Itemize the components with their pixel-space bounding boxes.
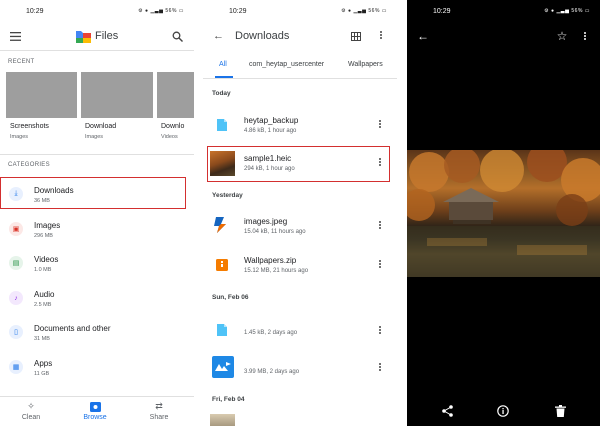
image-file-icon <box>212 215 230 235</box>
category-size: 11 GB <box>34 371 50 377</box>
status-icons: ⚙ ● ▁▃▅ 56% ▭ <box>138 8 184 14</box>
file-meta: 15.04 kB, 11 hours ago <box>244 229 306 235</box>
recent-sub: Images <box>85 134 104 140</box>
category-size: 1.0 MB <box>34 267 52 273</box>
category-name: Apps <box>34 359 53 368</box>
status-icons: ⚙ ● ▁▃▅ 56% ▭ <box>341 8 387 14</box>
nav-share-label: Share <box>149 414 169 421</box>
more-options-icon[interactable] <box>379 30 382 40</box>
files-browse-screen: 10:29 ⚙ ● ▁▃▅ 56% ▭ Files RECENT Screens… <box>0 0 194 426</box>
menu-icon[interactable] <box>8 30 22 42</box>
info-icon[interactable] <box>496 404 510 418</box>
status-bar: 10:29 ⚙ ● ▁▃▅ 56% ▭ <box>407 0 600 18</box>
category-size: 31 MB <box>34 336 50 342</box>
header-divider <box>0 50 194 51</box>
category-name: Images <box>34 221 61 230</box>
video-file-icon <box>211 355 235 379</box>
recent-sub: Images <box>10 134 29 140</box>
photo <box>407 150 600 277</box>
file-name: heytap_backup <box>244 116 299 125</box>
file-more-icon[interactable] <box>378 259 381 269</box>
app-title: Files <box>95 30 119 42</box>
document-icon: ▯ <box>9 325 23 339</box>
tabs-divider <box>203 78 397 79</box>
status-time: 10:29 <box>229 8 247 15</box>
recent-thumbnail <box>6 72 77 118</box>
back-arrow-icon[interactable]: ← <box>416 29 430 43</box>
section-header-yesterday: Yesterday <box>212 192 243 199</box>
nav-clean-label: Clean <box>21 414 41 421</box>
star-icon[interactable]: ☆ <box>555 29 569 43</box>
share-arrows-icon: ⇄ <box>155 400 163 411</box>
partial-thumbnail <box>210 414 235 426</box>
file-more-icon[interactable] <box>378 362 381 372</box>
recent-label: RECENT <box>8 59 35 65</box>
audio-icon: ♪ <box>9 291 23 305</box>
search-icon[interactable] <box>170 29 184 43</box>
tab-com-heytap-usercenter[interactable]: com_heytap_usercenter <box>249 61 324 68</box>
recent-sub: Videos <box>161 134 178 140</box>
section-header-today: Today <box>212 90 231 97</box>
downloads-screen: 10:29 ⚙ ● ▁▃▅ 56% ▭ ← Downloads All com_… <box>203 0 397 426</box>
category-name: Documents and other <box>34 324 111 333</box>
file-meta: 4.86 kB, 1 hour ago <box>244 128 297 134</box>
recent-thumbnail <box>157 72 194 118</box>
category-size: 296 MB <box>34 233 53 239</box>
tab-all[interactable]: All <box>219 61 227 68</box>
status-icons: ⚙ ● ▁▃▅ 56% ▭ <box>544 8 590 14</box>
status-bar: 10:29 ⚙ ● ▁▃▅ 56% ▭ <box>0 0 194 18</box>
category-name: Audio <box>34 290 55 299</box>
share-icon[interactable] <box>440 404 454 418</box>
more-options-icon[interactable] <box>583 31 586 41</box>
file-icon <box>215 117 229 133</box>
recent-name: Downlo <box>161 123 185 130</box>
section-header-fri-feb-04: Fri, Feb 04 <box>212 396 245 403</box>
apps-icon: ▦ <box>9 360 23 374</box>
zip-file-icon <box>215 258 229 272</box>
tab-wallpapers[interactable]: Wallpapers <box>348 61 383 68</box>
page-title: Downloads <box>235 30 290 42</box>
status-bar: 10:29 ⚙ ● ▁▃▅ 56% ▭ <box>203 0 397 18</box>
image-viewer-screen: 10:29 ⚙ ● ▁▃▅ 56% ▭ ← ☆ <box>407 0 600 426</box>
categories-label: CATEGORIES <box>8 162 50 168</box>
clean-icon: ✧ <box>27 400 35 411</box>
section-header-sun-feb-06: Sun, Feb 06 <box>212 294 249 301</box>
delete-icon[interactable] <box>553 404 567 418</box>
recent-thumbnail <box>81 72 153 118</box>
recent-name: Screenshots <box>10 123 49 130</box>
status-time: 10:29 <box>26 8 44 15</box>
bottom-nav-divider <box>0 396 194 397</box>
file-meta: 15.12 MB, 21 hours ago <box>244 268 309 274</box>
file-meta: 3.99 MB, 2 days ago <box>244 369 300 375</box>
file-more-icon[interactable] <box>378 119 381 129</box>
category-name: Videos <box>34 255 59 264</box>
status-time: 10:29 <box>433 8 451 15</box>
file-name: images.jpeg <box>244 217 288 226</box>
section-divider <box>0 154 194 155</box>
highlight-box <box>207 146 390 182</box>
nav-browse-label: Browse <box>83 414 107 421</box>
browse-icon <box>89 401 101 412</box>
file-meta: 1.45 kB, 2 days ago <box>244 330 298 336</box>
file-name: Wallpapers.zip <box>244 256 297 265</box>
recent-name: Download <box>85 123 117 130</box>
back-arrow-icon[interactable]: ← <box>212 30 225 42</box>
video-icon: ▤ <box>9 256 23 270</box>
image-icon: ▣ <box>9 222 23 236</box>
file-icon <box>215 322 229 338</box>
category-size: 2.5 MB <box>34 302 52 308</box>
file-more-icon[interactable] <box>378 325 381 335</box>
highlight-box <box>0 177 186 209</box>
file-more-icon[interactable] <box>378 220 381 230</box>
files-logo-icon <box>75 28 91 43</box>
grid-view-icon[interactable] <box>350 30 362 42</box>
